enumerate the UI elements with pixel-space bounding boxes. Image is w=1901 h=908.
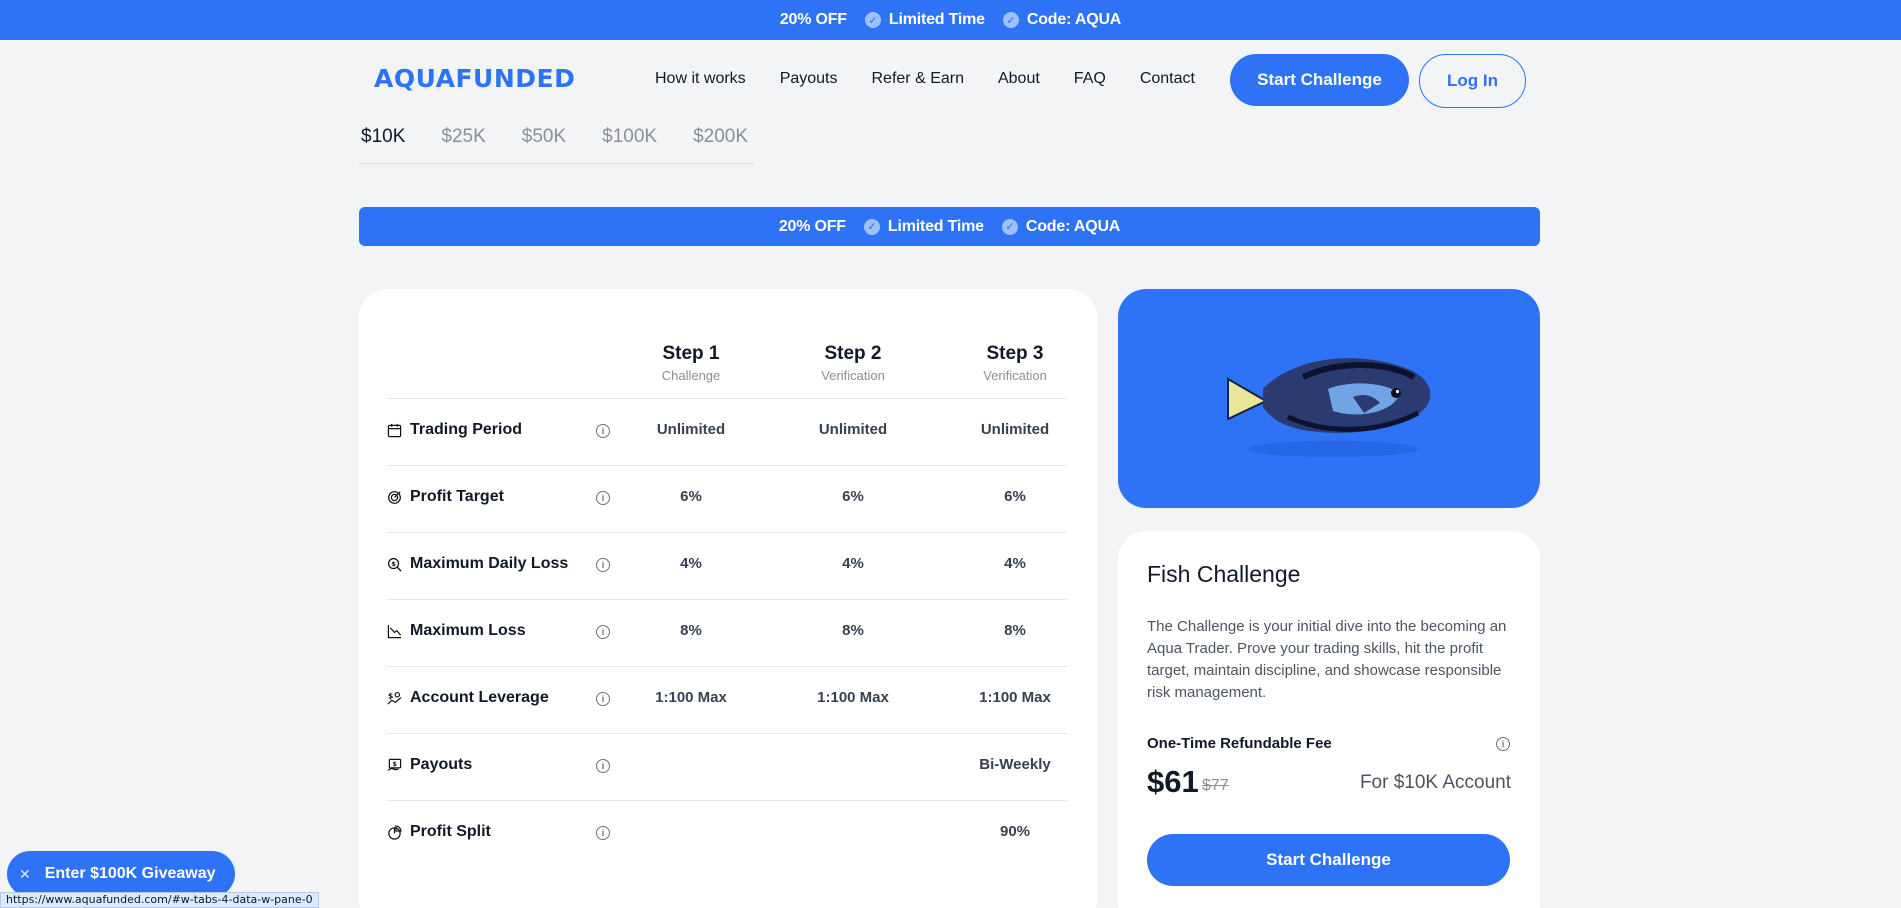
payout-icon: $	[387, 758, 402, 771]
logo[interactable]: AQUAFUNDED	[374, 64, 575, 93]
info-icon[interactable]: i	[596, 625, 610, 639]
start-challenge-button[interactable]: Start Challenge	[1230, 54, 1409, 106]
leverage-icon: $	[387, 691, 402, 705]
row-label: Profit Target	[410, 488, 504, 505]
tab-50k[interactable]: $50K	[522, 126, 566, 163]
giveaway-button[interactable]: ✕ Enter $100K Giveaway	[7, 851, 235, 897]
price: $61	[1147, 764, 1199, 799]
step-3-header: Step 3 Verification	[983, 343, 1047, 383]
step-1-header: Step 1 Challenge	[661, 343, 721, 383]
info-icon[interactable]: i	[596, 491, 610, 505]
fish-image-card	[1118, 289, 1540, 508]
info-icon[interactable]: i	[596, 826, 610, 840]
old-price: $77	[1202, 777, 1229, 794]
chart-down-icon	[387, 624, 402, 638]
top-promo-banner: 20% OFF ✓ Limited Time ✓ Code: AQUA	[0, 0, 1901, 40]
nav-about[interactable]: About	[998, 70, 1040, 88]
info-icon[interactable]: i	[596, 558, 610, 572]
nav-payouts[interactable]: Payouts	[780, 70, 838, 88]
table-row: Trading Period i Unlimited Unlimited Unl…	[387, 398, 1067, 465]
table-row: $ Account Leverage i 1:100 Max 1:100 Max…	[387, 666, 1067, 733]
promo-code: Code: AQUA	[1026, 11, 1122, 28]
promo-limited: Limited Time	[887, 217, 984, 235]
cell-value: 8%	[1004, 622, 1026, 639]
table-row: Maximum Loss i 8% 8% 8%	[387, 599, 1067, 666]
promo-discount: 20% OFF	[779, 11, 847, 28]
close-icon[interactable]: ✕	[19, 866, 31, 883]
challenge-description: The Challenge is your initial dive into …	[1147, 618, 1507, 701]
row-label: Profit Split	[410, 823, 491, 840]
giveaway-label: Enter $100K Giveaway	[44, 865, 216, 882]
row-label: Trading Period	[410, 421, 523, 438]
svg-text:$: $	[391, 560, 396, 568]
verified-seal-icon: ✓	[863, 218, 880, 235]
row-label: Account Leverage	[410, 689, 549, 706]
start-challenge-cta-button[interactable]: Start Challenge	[1147, 834, 1510, 886]
status-bar-url: https://www.aquafunded.com/#w-tabs-4-dat…	[0, 892, 319, 908]
info-icon[interactable]: i	[596, 692, 610, 706]
row-label: Maximum Daily Loss	[410, 555, 569, 572]
cell-value: 6%	[1004, 488, 1026, 505]
info-icon[interactable]: i	[1496, 737, 1510, 751]
cell-value: Unlimited	[818, 421, 888, 438]
account-size-note: For $10K Account	[1359, 772, 1511, 793]
promo-code: Code: AQUA	[1025, 217, 1121, 235]
promo-discount: 20% OFF	[778, 217, 846, 235]
svg-text:$: $	[388, 691, 393, 700]
pie-icon	[388, 824, 402, 840]
cell-value: 6%	[842, 488, 864, 505]
target-icon	[388, 490, 401, 504]
cell-value: 4%	[842, 555, 864, 572]
challenge-title: Fish Challenge	[1147, 561, 1301, 587]
nav-faq[interactable]: FAQ	[1074, 70, 1106, 88]
row-label: Maximum Loss	[410, 622, 526, 639]
cell-value: 8%	[680, 622, 702, 639]
calendar-icon	[387, 423, 402, 437]
table-row: Profit Split i 90%	[387, 800, 1067, 867]
row-label: Payouts	[410, 756, 473, 773]
info-icon[interactable]: i	[596, 759, 610, 773]
nav-refer-earn[interactable]: Refer & Earn	[872, 70, 964, 88]
nav-contact[interactable]: Contact	[1140, 70, 1195, 88]
info-icon[interactable]: i	[596, 424, 610, 438]
verified-seal-icon: ✓	[1002, 12, 1019, 28]
cell-value: 4%	[680, 555, 702, 572]
search-money-icon: $	[387, 557, 402, 572]
cell-value: 4%	[1004, 555, 1026, 572]
challenge-info-card: Fish Challenge The Challenge is your ini…	[1118, 531, 1540, 908]
fee-label: One-Time Refundable Fee	[1147, 735, 1332, 752]
cell-value: 90%	[999, 823, 1031, 840]
account-size-tabs: $10K $25K $50K $100K $200K	[359, 126, 754, 164]
verified-seal-icon: ✓	[1001, 218, 1018, 235]
cell-value: Unlimited	[656, 421, 726, 438]
step-2-header: Step 2 Verification	[821, 343, 885, 383]
cell-value: 1:100 Max	[817, 689, 889, 706]
tab-200k[interactable]: $200K	[693, 126, 748, 163]
cell-value: 8%	[842, 622, 864, 639]
login-button[interactable]: Log In	[1419, 54, 1526, 108]
rules-table-card: Step 1 Challenge Step 2 Verification Ste…	[359, 289, 1097, 908]
table-row: Profit Target i 6% 6% 6%	[387, 465, 1067, 532]
mid-promo-banner: 20% OFF ✓ Limited Time ✓ Code: AQUA	[359, 207, 1540, 246]
cell-value: 6%	[680, 488, 702, 505]
svg-text:$: $	[393, 760, 397, 767]
cell-value: Bi-Weekly	[979, 756, 1051, 773]
main-nav: How it works Payouts Refer & Earn About …	[655, 70, 1229, 88]
verified-seal-icon: ✓	[864, 12, 881, 28]
cell-value: Unlimited	[980, 421, 1050, 438]
cell-value: 1:100 Max	[979, 689, 1051, 706]
table-row: $ Payouts i Bi-Weekly	[387, 733, 1067, 800]
tab-25k[interactable]: $25K	[441, 126, 485, 163]
cell-value: 1:100 Max	[655, 689, 727, 706]
fish-illustration	[1227, 358, 1431, 457]
site-header: AQUAFUNDED How it works Payouts Refer & …	[0, 40, 1901, 120]
tab-100k[interactable]: $100K	[602, 126, 657, 163]
table-row: $ Maximum Daily Loss i 4% 4% 4%	[387, 532, 1067, 599]
tab-10k[interactable]: $10K	[361, 126, 405, 163]
promo-limited: Limited Time	[888, 11, 985, 28]
nav-how-it-works[interactable]: How it works	[655, 70, 746, 88]
